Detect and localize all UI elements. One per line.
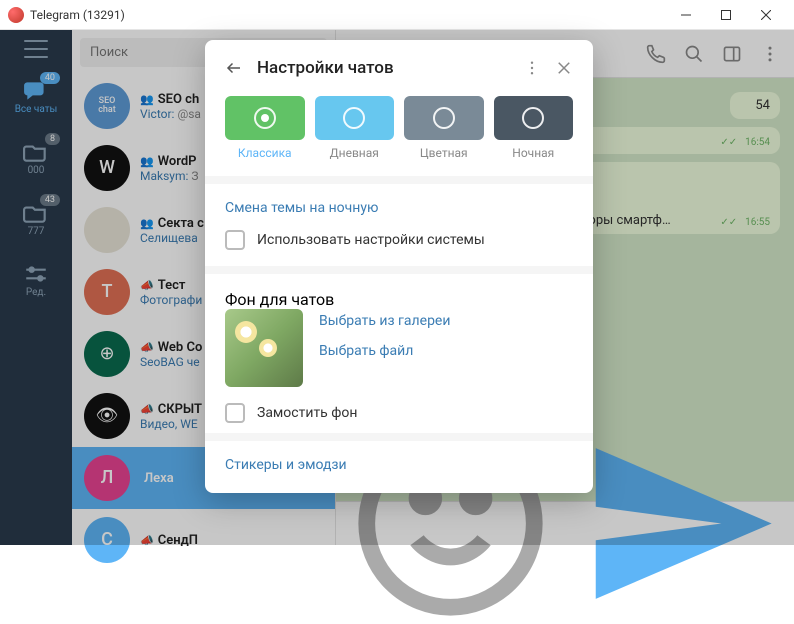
more-icon[interactable] (523, 59, 541, 77)
close-button[interactable] (746, 0, 786, 30)
titlebar: Telegram (13291) (0, 0, 794, 30)
settings-modal: Настройки чатов КлассикаДневнаяЦветнаяНо… (205, 40, 593, 493)
app-icon (8, 7, 24, 23)
theme-option[interactable]: Классика (225, 96, 305, 160)
maximize-button[interactable] (706, 0, 746, 30)
section-night-header: Смена темы на ночную (225, 200, 573, 216)
back-icon[interactable] (225, 59, 243, 77)
section-stickers-header: Стикеры и эмодзи (225, 457, 573, 473)
theme-option[interactable]: Цветная (404, 96, 484, 160)
window-title: Telegram (13291) (30, 8, 666, 22)
minimize-button[interactable] (666, 0, 706, 30)
modal-title: Настройки чатов (257, 58, 509, 78)
bg-file-link[interactable]: Выбрать файл (319, 343, 450, 359)
bg-thumbnail[interactable] (225, 309, 303, 387)
close-icon[interactable] (555, 59, 573, 77)
section-bg-header: Фон для чатов (225, 290, 573, 309)
theme-option[interactable]: Дневная (315, 96, 395, 160)
theme-option[interactable]: Ночная (494, 96, 574, 160)
checkbox-icon (225, 230, 245, 250)
checkbox-icon (225, 403, 245, 423)
use-system-checkbox[interactable]: Использовать настройки системы (225, 230, 573, 250)
bg-gallery-link[interactable]: Выбрать из галереи (319, 313, 450, 329)
bg-tile-checkbox[interactable]: Замостить фон (225, 403, 573, 423)
